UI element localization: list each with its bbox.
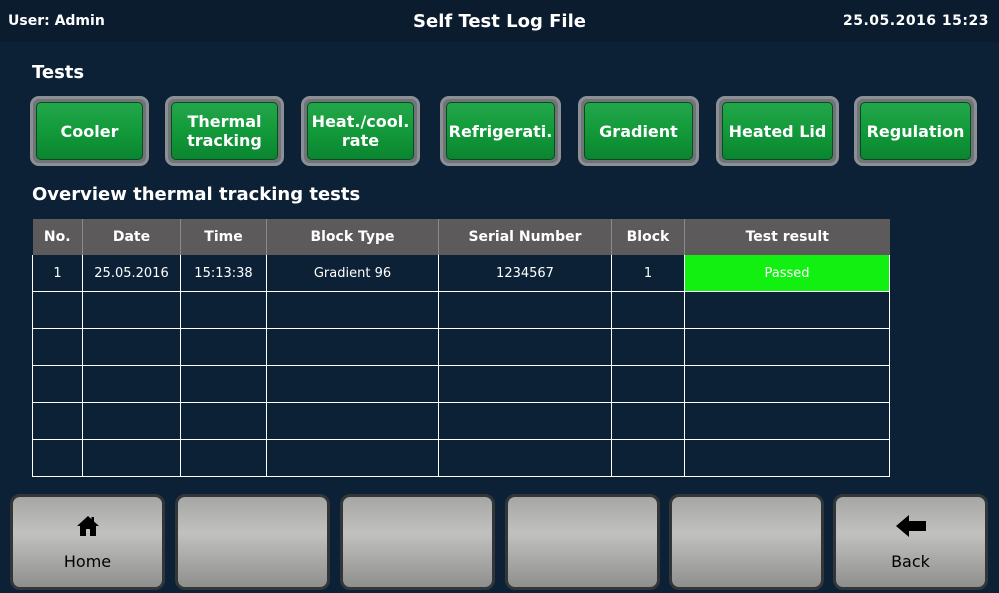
home-icon: [76, 514, 100, 544]
table-row[interactable]: [32, 365, 890, 403]
regulation-test-button[interactable]: Regulation: [854, 96, 977, 166]
column-header-block-type: Block Type: [266, 219, 439, 255]
cell-no: 1: [32, 255, 83, 292]
regulation-test-label: Regulation: [860, 102, 971, 160]
arrow-left-icon: [895, 514, 927, 544]
cell-block-type: [266, 291, 439, 329]
home-label: Home: [63, 551, 112, 571]
cell-block: [611, 402, 685, 440]
cell-time: [180, 328, 267, 366]
heat-cool-rate-test-button[interactable]: Heat./cool. rate: [301, 96, 420, 166]
refrigeration-test-button[interactable]: Refrigerati.: [440, 96, 561, 166]
cell-test-result: [684, 365, 890, 403]
cell-no: [32, 291, 83, 329]
tests-heading: Tests: [32, 62, 85, 83]
cell-serial-number: [438, 402, 612, 440]
column-header-serial-number: Serial Number: [438, 219, 612, 255]
cell-serial-number: [438, 328, 612, 366]
cell-block-type: [266, 439, 439, 477]
cell-test-result: [684, 291, 890, 329]
heated-lid-test-label: Heated Lid: [722, 102, 833, 160]
cell-block: [611, 328, 685, 366]
cell-time: [180, 365, 267, 403]
table-row[interactable]: [32, 439, 890, 477]
cell-no: [32, 365, 83, 403]
cell-test-result: [684, 328, 890, 366]
column-header-block: Block: [611, 219, 685, 255]
cell-date: [82, 328, 181, 366]
cell-block: [611, 439, 685, 477]
column-header-time: Time: [180, 219, 267, 255]
cell-date: [82, 365, 181, 403]
heated-lid-test-button[interactable]: Heated Lid: [716, 96, 839, 166]
cell-no: [32, 439, 83, 477]
cell-time: [180, 402, 267, 440]
cell-time: 15:13:38: [180, 255, 267, 292]
cell-date: 25.05.2016: [82, 255, 181, 292]
gradient-test-label: Gradient: [584, 102, 693, 160]
table-row[interactable]: 1 25.05.2016 15:13:38 Gradient 96 123456…: [32, 255, 890, 292]
table-row[interactable]: [32, 402, 890, 440]
cell-serial-number: [438, 291, 612, 329]
date-time: 25.05.2016 15:23: [842, 13, 989, 29]
cell-no: [32, 402, 83, 440]
cell-no: [32, 328, 83, 366]
cell-block-type: Gradient 96: [266, 255, 439, 292]
cell-block-type: [266, 365, 439, 403]
column-header-no: No.: [32, 219, 83, 255]
cell-block-type: [266, 402, 439, 440]
thermal-tracking-log-table: No. Date Time Block Type Serial Number B…: [32, 219, 890, 477]
cell-time: [180, 291, 267, 329]
nav-empty-button-4[interactable]: [669, 494, 824, 590]
column-header-date: Date: [82, 219, 181, 255]
home-button[interactable]: Home: [10, 494, 165, 590]
column-header-test-result: Test result: [684, 219, 890, 255]
nav-empty-button-1[interactable]: [175, 494, 330, 590]
table-row[interactable]: [32, 291, 890, 329]
cell-block: [611, 291, 685, 329]
cell-test-result: [684, 439, 890, 477]
back-button[interactable]: Back: [833, 494, 988, 590]
heat-cool-rate-test-label: Heat./cool. rate: [307, 102, 414, 160]
cell-serial-number: [438, 439, 612, 477]
cell-block: [611, 365, 685, 403]
back-label: Back: [891, 551, 930, 571]
thermal-tracking-test-button[interactable]: Thermal tracking: [165, 96, 284, 166]
cell-serial-number: 1234567: [438, 255, 612, 292]
nav-empty-button-2[interactable]: [340, 494, 495, 590]
table-header-row: No. Date Time Block Type Serial Number B…: [32, 219, 890, 255]
overview-heading: Overview thermal tracking tests: [32, 184, 361, 205]
gradient-test-button[interactable]: Gradient: [578, 96, 699, 166]
cell-date: [82, 402, 181, 440]
cell-test-result: [684, 402, 890, 440]
cell-serial-number: [438, 365, 612, 403]
cell-block-type: [266, 328, 439, 366]
refrigeration-test-label: Refrigerati.: [446, 102, 555, 160]
cell-block: 1: [611, 255, 685, 292]
table-row[interactable]: [32, 328, 890, 366]
cooler-test-button[interactable]: Cooler: [30, 96, 149, 166]
header-bar: User: Admin Self Test Log File 25.05.201…: [0, 0, 999, 42]
cell-date: [82, 291, 181, 329]
cell-date: [82, 439, 181, 477]
thermal-tracking-test-label: Thermal tracking: [171, 102, 278, 160]
cell-test-result-passed: Passed: [684, 255, 890, 292]
cell-time: [180, 439, 267, 477]
nav-empty-button-3[interactable]: [505, 494, 660, 590]
cooler-test-label: Cooler: [36, 102, 143, 160]
